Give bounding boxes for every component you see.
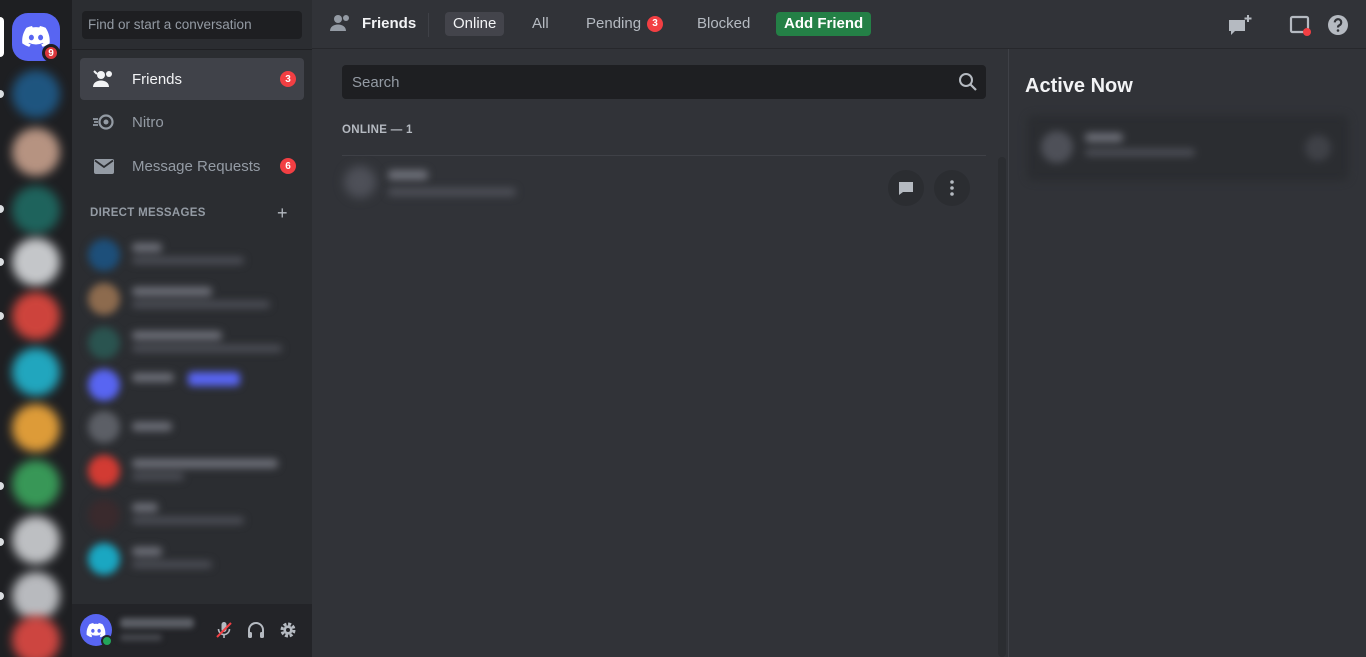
server-icon[interactable] <box>12 186 60 234</box>
user-settings-button[interactable] <box>278 620 298 640</box>
search-icon <box>958 72 978 97</box>
sidebar-divider <box>72 49 312 50</box>
headphones-icon <box>248 622 264 638</box>
message-friend-button[interactable] <box>888 170 924 206</box>
header-divider <box>428 13 429 37</box>
sidebar-item-label: Friends <box>132 70 183 88</box>
tab-blocked[interactable]: Blocked <box>689 12 758 36</box>
sidebar-item-label: Message Requests <box>132 157 261 175</box>
search-placeholder: Search <box>352 74 400 91</box>
dm-list-item[interactable] <box>80 494 304 536</box>
deafen-button[interactable] <box>246 620 266 640</box>
home-badge: 9 <box>42 44 60 62</box>
unread-indicator <box>0 538 4 546</box>
tab-label: Pending <box>586 15 642 32</box>
nitro-icon <box>92 110 116 134</box>
page-title-text: Friends <box>362 14 417 32</box>
unread-indicator <box>0 90 4 98</box>
server-icon[interactable] <box>12 292 60 340</box>
tab-label: Add Friend <box>784 15 864 32</box>
microphone-muted-icon <box>216 622 232 638</box>
server-icon[interactable] <box>12 516 60 564</box>
dm-sidebar: Find or start a conversation Friends 3 N… <box>72 0 312 657</box>
mute-microphone-button[interactable] <box>214 620 234 640</box>
server-icon[interactable] <box>12 404 60 452</box>
sidebar-item-label: Nitro <box>132 113 164 131</box>
friend-avatar-blurred <box>344 166 376 198</box>
friend-status-blurred <box>388 188 516 196</box>
dm-list-item[interactable] <box>80 450 304 492</box>
tab-label: Blocked <box>697 15 751 32</box>
friends-list-panel: Search ONLINE — 1 <box>312 49 1008 657</box>
selected-indicator <box>0 17 4 57</box>
sidebar-item-nitro[interactable]: Nitro <box>80 101 304 143</box>
new-group-dm-icon <box>1229 15 1252 35</box>
friends-badge: 3 <box>280 71 296 87</box>
envelope-icon <box>92 154 116 178</box>
tab-all[interactable]: All <box>524 12 557 36</box>
pending-badge: 3 <box>647 16 664 32</box>
username-blurred <box>120 618 194 628</box>
server-icon[interactable] <box>12 128 60 176</box>
sidebar-item-message-requests[interactable]: Message Requests 6 <box>80 145 304 187</box>
message-requests-badge: 6 <box>280 158 296 174</box>
more-options-button[interactable] <box>934 170 970 206</box>
server-icon[interactable] <box>12 616 60 657</box>
online-status-dot <box>101 635 113 647</box>
unread-indicator <box>0 205 4 213</box>
chat-bubble-icon <box>899 181 913 195</box>
user-panel <box>72 604 312 657</box>
server-icon[interactable] <box>12 572 60 620</box>
user-tag-blurred <box>120 634 162 641</box>
dm-list-item[interactable] <box>80 278 304 320</box>
tab-label: Online <box>453 15 497 32</box>
dm-section-header: DIRECT MESSAGES <box>90 207 206 219</box>
unread-indicator <box>0 312 4 320</box>
add-friend-button[interactable]: Add Friend <box>776 12 872 36</box>
dm-list-item[interactable] <box>80 364 304 406</box>
help-icon <box>1328 15 1348 35</box>
friends-icon <box>92 67 116 91</box>
server-icon[interactable] <box>12 238 60 286</box>
inbox-icon <box>1289 15 1311 36</box>
friends-search-input[interactable]: Search <box>342 65 986 99</box>
online-count-header: ONLINE — 1 <box>342 124 413 136</box>
discord-app: 9 Find or start a conversation Friends 3 <box>0 0 1366 657</box>
gear-icon <box>280 622 296 638</box>
inbox-button[interactable] <box>1288 13 1312 37</box>
dm-list-item[interactable] <box>80 322 304 364</box>
conversation-search-button[interactable]: Find or start a conversation <box>82 11 302 39</box>
dm-list-item[interactable] <box>80 538 304 580</box>
dm-list-item[interactable] <box>80 234 304 276</box>
friends-icon <box>330 14 352 32</box>
server-icon[interactable] <box>12 348 60 396</box>
server-icon[interactable] <box>12 460 60 508</box>
server-icon[interactable] <box>12 70 60 118</box>
active-now-title: Active Now <box>1025 75 1133 97</box>
server-rail: 9 <box>0 0 72 657</box>
tab-online[interactable]: Online <box>445 12 505 36</box>
active-now-panel: Active Now <box>1008 49 1366 657</box>
tab-pending[interactable]: Pending 3 <box>578 12 671 36</box>
create-dm-plus-icon[interactable]: + <box>277 203 288 224</box>
dm-list-item[interactable] <box>80 406 304 448</box>
scrollbar-track[interactable] <box>998 157 1006 657</box>
friends-header: Friends Online All Pending 3 Blocked Add … <box>312 0 1366 49</box>
sidebar-item-friends[interactable]: Friends 3 <box>80 58 304 100</box>
unread-indicator <box>0 258 4 266</box>
active-now-card-blurred[interactable] <box>1027 115 1349 181</box>
tab-label: All <box>532 15 549 32</box>
friend-row[interactable] <box>342 156 986 218</box>
more-vertical-icon <box>950 180 954 196</box>
page-title: Friends <box>330 14 416 32</box>
new-group-dm-button[interactable] <box>1228 13 1252 37</box>
friend-name-blurred <box>388 170 428 180</box>
unread-indicator <box>0 592 4 600</box>
help-button[interactable] <box>1326 13 1350 37</box>
unread-indicator <box>0 482 4 490</box>
